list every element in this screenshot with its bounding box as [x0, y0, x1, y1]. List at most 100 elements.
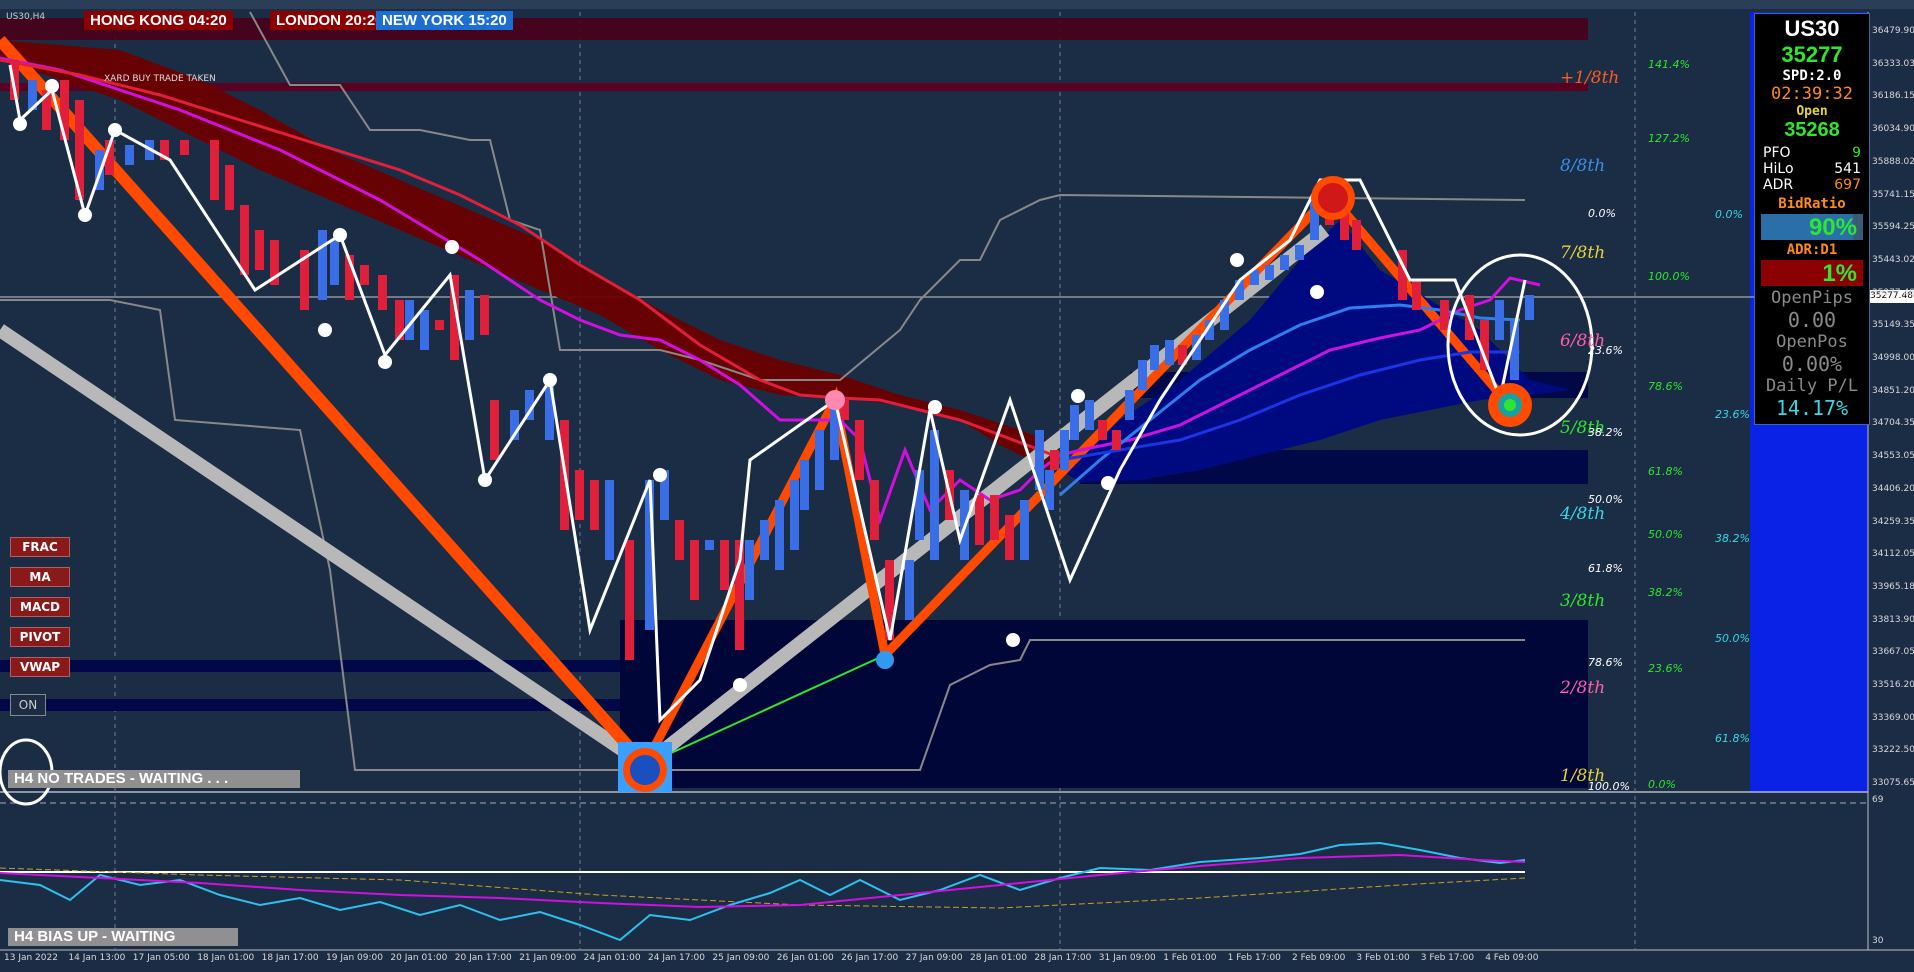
adr-d1-label: ADR:D1: [1786, 242, 1838, 258]
fib-label: 61.8%: [1588, 562, 1623, 575]
bear-candle: [490, 400, 499, 460]
vwap-button[interactable]: VWAP: [10, 657, 70, 677]
fib-label: 0.0%: [1588, 207, 1616, 220]
murrey-label: 8/8th: [1560, 156, 1606, 176]
fib-label: 50.0%: [1588, 493, 1623, 506]
time-axis-tick: 20 Jan 17:00: [454, 953, 512, 963]
bear-candle: [1352, 220, 1361, 250]
bull-candle: [1020, 500, 1029, 560]
price-axis-tick: 34406.20: [1872, 483, 1914, 494]
murrey-label: 3/8th: [1560, 591, 1606, 611]
price-axis-tick: 33813.90: [1872, 614, 1914, 625]
symbol-tab[interactable]: US30,H4: [6, 12, 45, 22]
open-pos-value: 0.00%: [1781, 352, 1843, 376]
adr-d1-value: 1%: [1822, 260, 1857, 287]
panel-stats: PFO 9 HiLo 541 ADR 697: [1755, 142, 1869, 196]
frac-button[interactable]: FRAC: [10, 537, 70, 557]
panel-symbol: US30: [1784, 16, 1840, 41]
panel-open-label: Open: [1796, 104, 1828, 119]
price-axis-tick: 33369.00: [1872, 712, 1914, 723]
bear-candle: [990, 495, 999, 540]
toolbar-strip: [0, 0, 1914, 9]
price-axis-tick: 36186.15: [1872, 91, 1914, 102]
fib-label: 61.8%: [1715, 732, 1750, 745]
bear-candle: [255, 230, 264, 270]
pfo-value: 9: [1852, 145, 1861, 161]
time-axis-tick: 26 Jan 17:00: [841, 953, 899, 963]
bull-candle: [1295, 245, 1304, 260]
bear-candle: [435, 320, 444, 330]
time-axis-tick: 4 Feb 09:00: [1485, 953, 1539, 963]
fib-label: 38.2%: [1715, 532, 1750, 545]
bull-candle: [1525, 295, 1534, 320]
adr-value: 697: [1834, 177, 1861, 193]
bull-candle: [125, 145, 134, 165]
bull-candle: [745, 540, 754, 600]
bull-candle: [905, 560, 914, 620]
time-axis-tick: 24 Jan 01:00: [583, 953, 641, 963]
price-axis-tick: 35149.35: [1872, 320, 1914, 331]
session-hong-kong: HONG KONG 04:20: [84, 11, 233, 30]
bear-candle: [625, 540, 634, 660]
hilo-value: 541: [1834, 161, 1861, 177]
bull-candle: [1165, 340, 1174, 365]
bear-candle: [855, 420, 864, 480]
bear-candle: [180, 140, 189, 155]
bull-candle: [420, 310, 429, 350]
trade-note: XARD BUY TRADE TAKEN: [104, 74, 216, 84]
murrey-label: 7/8th: [1560, 243, 1606, 263]
bear-candle: [480, 295, 489, 335]
time-axis-tick: 31 Jan 09:00: [1098, 953, 1156, 963]
time-axis-tick: 20 Jan 01:00: [390, 953, 448, 963]
daily-pl-value: 14.17%: [1775, 396, 1849, 420]
fib-label: 141.4%: [1648, 58, 1690, 71]
pivot-button[interactable]: PIVOT: [10, 627, 70, 647]
bear-candle: [590, 480, 599, 530]
price-axis-tick: 35594.25: [1872, 222, 1914, 233]
bear-candle: [675, 520, 684, 560]
bear-candle: [690, 540, 699, 600]
panel-price: 35277: [1781, 42, 1843, 67]
price-axis-tick: 36034.90: [1872, 124, 1914, 135]
bear-candle: [360, 265, 369, 285]
price-axis-tick: 34112.05: [1872, 549, 1914, 560]
bull-candle: [775, 500, 784, 570]
price-axis-tick: 34851.20: [1872, 385, 1914, 396]
on-toggle-button[interactable]: ON: [10, 694, 46, 716]
price-axis-tick: 34259.35: [1872, 516, 1914, 527]
indicator-axis-bottom: 30: [1872, 936, 1884, 946]
fib-label: 100.0%: [1588, 780, 1630, 793]
price-axis-tick: 33516.20: [1872, 680, 1914, 690]
open-pips-label: OpenPips: [1771, 288, 1853, 308]
time-axis-tick: 13 Jan 2022: [4, 953, 58, 963]
price-axis-tick: 33667.05: [1872, 647, 1914, 658]
fib-label: 50.0%: [1648, 528, 1683, 541]
info-panel: US30 35277 SPD:2.0 02:39:32 Open 35268 P…: [1754, 13, 1870, 425]
price-axis-tick: 35277.48: [1872, 287, 1914, 298]
time-axis-tick: 24 Jan 17:00: [648, 953, 705, 963]
bear-candle: [1098, 420, 1107, 440]
macd-button[interactable]: MACD: [10, 597, 70, 617]
adr-d1-bar: 1%: [1761, 260, 1863, 287]
bull-candle: [1070, 405, 1079, 440]
bull-candle: [465, 290, 474, 340]
bull-candle: [790, 480, 799, 550]
price-chart[interactable]: [0, 0, 1914, 972]
price-axis-tick: 35888.02: [1872, 156, 1914, 167]
session-new-york: NEW YORK 15:20: [376, 11, 513, 30]
bear-candle: [975, 495, 984, 545]
time-axis-tick: 19 Jan 09:00: [326, 953, 383, 963]
ma-button[interactable]: MA: [10, 567, 70, 587]
bull-candle: [1280, 255, 1289, 270]
panel-open-value: 35268: [1784, 119, 1840, 141]
fib-label: 0.0%: [1715, 208, 1743, 221]
price-axis-tick: 34553.05: [1872, 451, 1914, 462]
pfo-label: PFO: [1763, 145, 1791, 161]
fib-label: 61.8%: [1648, 465, 1683, 478]
price-axis-tick: 36479.90: [1872, 26, 1914, 36]
bidratio-label: BidRatio: [1778, 196, 1846, 212]
daily-pl-label: Daily P/L: [1765, 376, 1859, 396]
price-axis-tick: 33222.50: [1872, 745, 1914, 756]
bear-candle: [225, 165, 234, 210]
bear-candle: [1440, 300, 1449, 330]
